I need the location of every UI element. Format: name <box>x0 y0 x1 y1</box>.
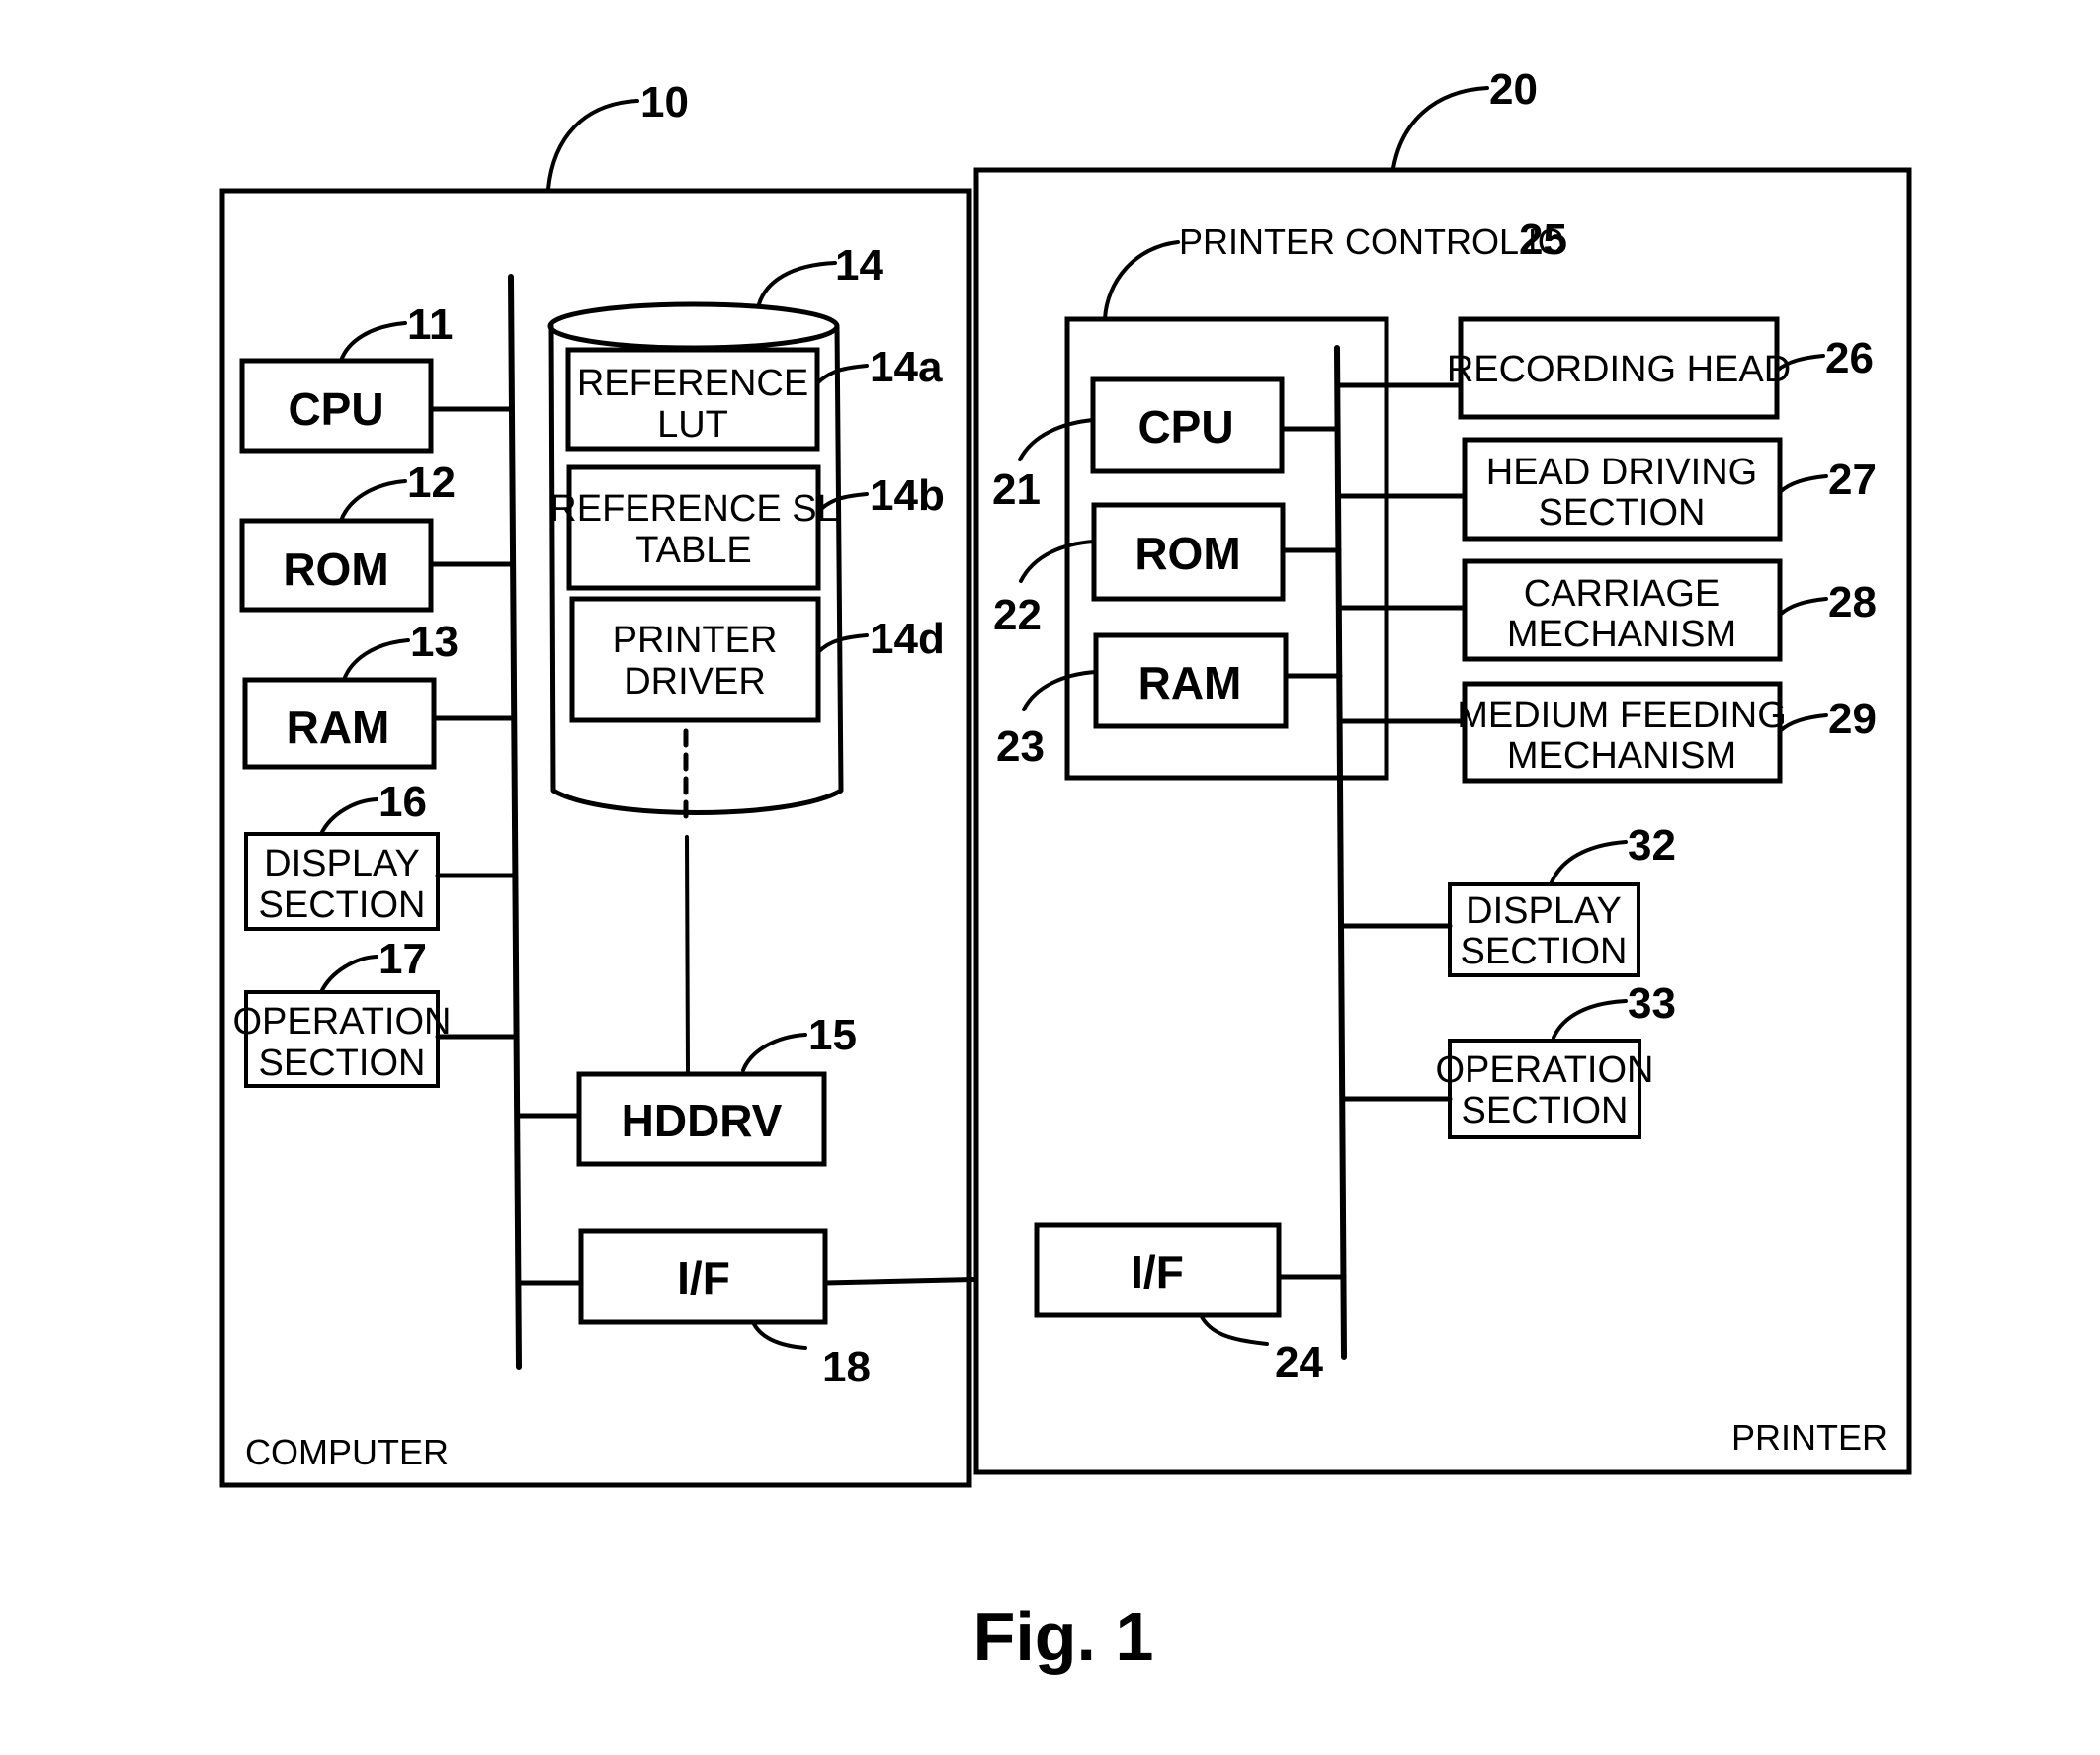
printer-operation-line2: SECTION <box>1462 1090 1629 1131</box>
reference-sl-table-line1: REFERENCE SL <box>549 488 837 530</box>
ref-12: 12 <box>407 459 456 507</box>
hddrv-label: HDDRV <box>622 1095 783 1146</box>
printer-block: 20 PRINTER PRINTER CONTROL IC 25 CPU 21 … <box>973 65 1912 1475</box>
printer-operation-line1: OPERATION <box>1436 1049 1654 1091</box>
reference-lut-line1: REFERENCE <box>577 363 808 404</box>
printer-control-ic-label: PRINTER CONTROL IC <box>1179 221 1563 262</box>
block-diagram: 10 COMPUTER CPU 11 ROM 12 RAM 13 DISPLAY… <box>219 65 1912 1675</box>
computer-ram-label: RAM <box>287 702 390 753</box>
ref-14d: 14d <box>870 615 945 663</box>
recording-head-label: RECORDING HEAD <box>1447 349 1791 390</box>
printer-display-line2: SECTION <box>1461 931 1628 972</box>
computer-rom-label: ROM <box>283 543 388 595</box>
medium-feeding-line2: MECHANISM <box>1507 735 1736 777</box>
carriage-line2: MECHANISM <box>1507 614 1736 655</box>
leader-10 <box>546 99 639 191</box>
reference-sl-table-line2: TABLE <box>635 530 752 571</box>
computer-display-line1: DISPLAY <box>264 843 420 884</box>
printer-display-line1: DISPLAY <box>1466 890 1622 932</box>
ref-32: 32 <box>1628 821 1676 870</box>
head-driving-line2: SECTION <box>1539 492 1706 534</box>
ref-11: 11 <box>407 300 454 349</box>
ref-22: 22 <box>993 591 1042 639</box>
ref-33: 33 <box>1628 979 1676 1028</box>
ref-21: 21 <box>992 465 1041 514</box>
computer-display-line2: SECTION <box>259 884 426 926</box>
ref-10: 10 <box>640 78 689 126</box>
ref-24: 24 <box>1275 1338 1323 1386</box>
ref-18: 18 <box>822 1343 871 1391</box>
ref-14: 14 <box>835 241 883 290</box>
printer-ram-label: RAM <box>1138 657 1242 709</box>
printer-cpu-label: CPU <box>1137 401 1233 453</box>
ref-15: 15 <box>808 1011 857 1059</box>
printer-interface-label: I/F <box>1131 1246 1184 1297</box>
computer-operation-line1: OPERATION <box>233 1001 452 1043</box>
ref-14a: 14a <box>870 343 943 391</box>
ref-28: 28 <box>1828 578 1877 627</box>
ref-16: 16 <box>378 778 427 826</box>
ref-20: 20 <box>1489 65 1538 114</box>
ref-25: 25 <box>1519 215 1567 264</box>
ref-27: 27 <box>1828 456 1877 504</box>
printer-driver-line2: DRIVER <box>624 661 766 703</box>
ref-13: 13 <box>410 618 459 666</box>
reference-lut-line2: LUT <box>657 404 728 446</box>
computer-cpu-label: CPU <box>288 383 383 435</box>
head-driving-line1: HEAD DRIVING <box>1486 452 1757 493</box>
ref-14b: 14b <box>870 471 945 520</box>
leader-20 <box>1391 86 1489 170</box>
printer-rom-label: ROM <box>1134 528 1240 579</box>
printer-label: PRINTER <box>1731 1417 1888 1458</box>
figure-caption: Fig. 1 <box>973 1598 1154 1675</box>
ref-26: 26 <box>1825 334 1874 382</box>
computer-label: COMPUTER <box>245 1432 449 1472</box>
ref-17: 17 <box>378 935 427 983</box>
computer-block: 10 COMPUTER CPU 11 ROM 12 RAM 13 DISPLAY… <box>219 78 972 1488</box>
storage-hddrv-link <box>685 835 690 1076</box>
ref-29: 29 <box>1828 695 1877 743</box>
printer-driver-line1: PRINTER <box>613 620 778 661</box>
computer-interface-label: I/F <box>677 1252 730 1303</box>
carriage-line1: CARRIAGE <box>1524 573 1720 615</box>
computer-operation-line2: SECTION <box>259 1043 426 1084</box>
ref-23: 23 <box>996 722 1045 771</box>
medium-feeding-line1: MEDIUM FEEDING <box>1457 695 1787 736</box>
